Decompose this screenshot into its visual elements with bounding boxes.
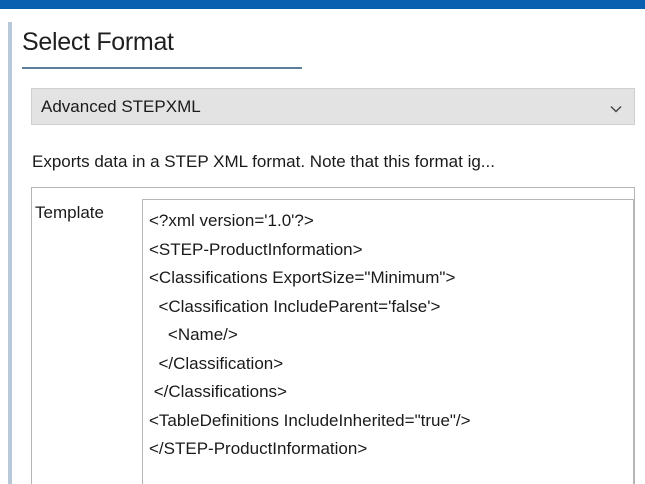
top-accent-bar: [0, 0, 645, 9]
template-panel: Template <?xml version='1.0'?> <STEP-Prod…: [31, 187, 635, 484]
template-code-line: <TableDefinitions IncludeInherited="true…: [149, 410, 471, 430]
format-select-dropdown[interactable]: Advanced STEPXML: [31, 88, 635, 125]
template-code-line: </Classification>: [149, 353, 284, 373]
template-code-line: <STEP-ProductInformation>: [149, 239, 363, 259]
format-description: Exports data in a STEP XML format. Note …: [32, 152, 495, 171]
template-code-line: </STEP-ProductInformation>: [149, 439, 368, 458]
template-code-line: </Classifications>: [149, 382, 287, 401]
template-code-line: <Name/>: [149, 325, 238, 344]
template-code-line: <?xml version='1.0'?>: [149, 211, 314, 230]
template-code: <?xml version='1.0'?> <STEP-ProductInform…: [149, 207, 471, 464]
template-code-line: <Classification IncludeParent='false'>: [149, 296, 441, 316]
section-title-underline: [22, 67, 302, 69]
left-section-rule: [8, 22, 12, 484]
section-title: Select Format: [22, 28, 174, 56]
template-label: Template: [35, 203, 104, 222]
template-code-line: <Classifications ExportSize="Minimum">: [149, 268, 456, 287]
chevron-down-icon: [610, 106, 622, 113]
format-settings-panel: Select Format Advanced STEPXML Exports d…: [0, 0, 645, 484]
format-select-value: Advanced STEPXML: [41, 97, 201, 116]
template-editor[interactable]: <?xml version='1.0'?> <STEP-ProductInform…: [142, 199, 634, 484]
